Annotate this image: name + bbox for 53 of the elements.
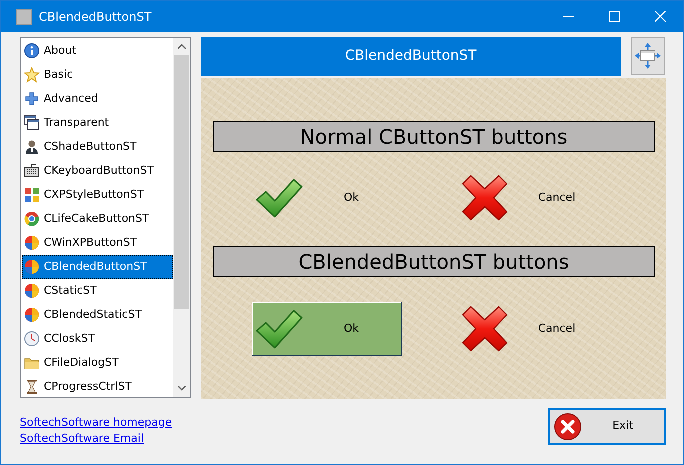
list-item[interactable]: CProgressCtrlST bbox=[22, 375, 173, 399]
window-title: CBlendedButtonST bbox=[39, 8, 152, 26]
list-item[interactable]: CLifeCakeButtonST bbox=[22, 207, 173, 231]
scroll-up-icon bbox=[178, 44, 186, 49]
close-icon bbox=[654, 11, 666, 22]
section-title: CBlendedButtonST buttons bbox=[213, 246, 655, 277]
cancel-button[interactable]: Cancel bbox=[458, 171, 608, 225]
app-icon bbox=[16, 8, 32, 24]
move-arrows-icon bbox=[634, 42, 662, 70]
ball-icon bbox=[24, 259, 40, 275]
scroll-down-icon bbox=[178, 386, 186, 391]
maximize-icon bbox=[608, 11, 620, 22]
link[interactable]: SoftechSoftware Email bbox=[20, 431, 191, 447]
cancel-button[interactable]: Cancel bbox=[458, 302, 608, 356]
minimize-icon bbox=[562, 16, 574, 17]
list-item[interactable]: Basic bbox=[22, 63, 173, 87]
error-icon bbox=[554, 412, 582, 440]
keyboard-icon bbox=[24, 163, 40, 179]
plus-icon bbox=[24, 91, 40, 107]
person-icon bbox=[24, 139, 40, 155]
ball-icon bbox=[24, 235, 40, 251]
link[interactable]: SoftechSoftware homepage bbox=[20, 415, 191, 431]
ok-button[interactable]: Ok bbox=[252, 302, 402, 356]
ball-icon bbox=[24, 283, 40, 299]
hourglass-icon bbox=[24, 379, 40, 395]
info-icon bbox=[24, 43, 40, 59]
ball-icon bbox=[24, 307, 40, 323]
list-item[interactable]: CCloskST bbox=[22, 327, 173, 351]
exit-button[interactable]: Exit bbox=[548, 408, 666, 445]
ok-button[interactable]: Ok bbox=[252, 171, 402, 225]
header-bar: CBlendedButtonST bbox=[201, 37, 621, 76]
move-button[interactable] bbox=[631, 37, 665, 75]
tiles-icon bbox=[24, 187, 40, 203]
list-item[interactable]: CBlendedButtonST bbox=[22, 255, 173, 279]
section-title: Normal CButtonST buttons bbox=[213, 121, 655, 152]
list-item[interactable]: CXPStyleButtonST bbox=[22, 183, 173, 207]
list-item[interactable]: CWinXPButtonST bbox=[22, 231, 173, 255]
list-item[interactable]: CFileDialogST bbox=[22, 351, 173, 375]
clock-icon bbox=[24, 331, 40, 347]
list-item[interactable]: CShadeButtonST bbox=[22, 135, 173, 159]
cross-icon bbox=[461, 174, 509, 222]
list-item[interactable]: Transparent bbox=[22, 111, 173, 135]
scroll-thumb[interactable] bbox=[174, 55, 189, 309]
cross-icon bbox=[461, 305, 509, 353]
list-item[interactable]: Advanced bbox=[22, 87, 173, 111]
ring-icon bbox=[24, 211, 40, 227]
star-icon bbox=[24, 67, 40, 83]
list-item[interactable]: About bbox=[22, 39, 173, 63]
scrollbar[interactable] bbox=[173, 38, 190, 397]
list-item[interactable]: CBlendedStaticST bbox=[22, 303, 173, 327]
list-item[interactable]: CKeyboardButtonST bbox=[22, 159, 173, 183]
list-item[interactable]: CStaticST bbox=[22, 279, 173, 303]
windows-icon bbox=[24, 115, 40, 131]
